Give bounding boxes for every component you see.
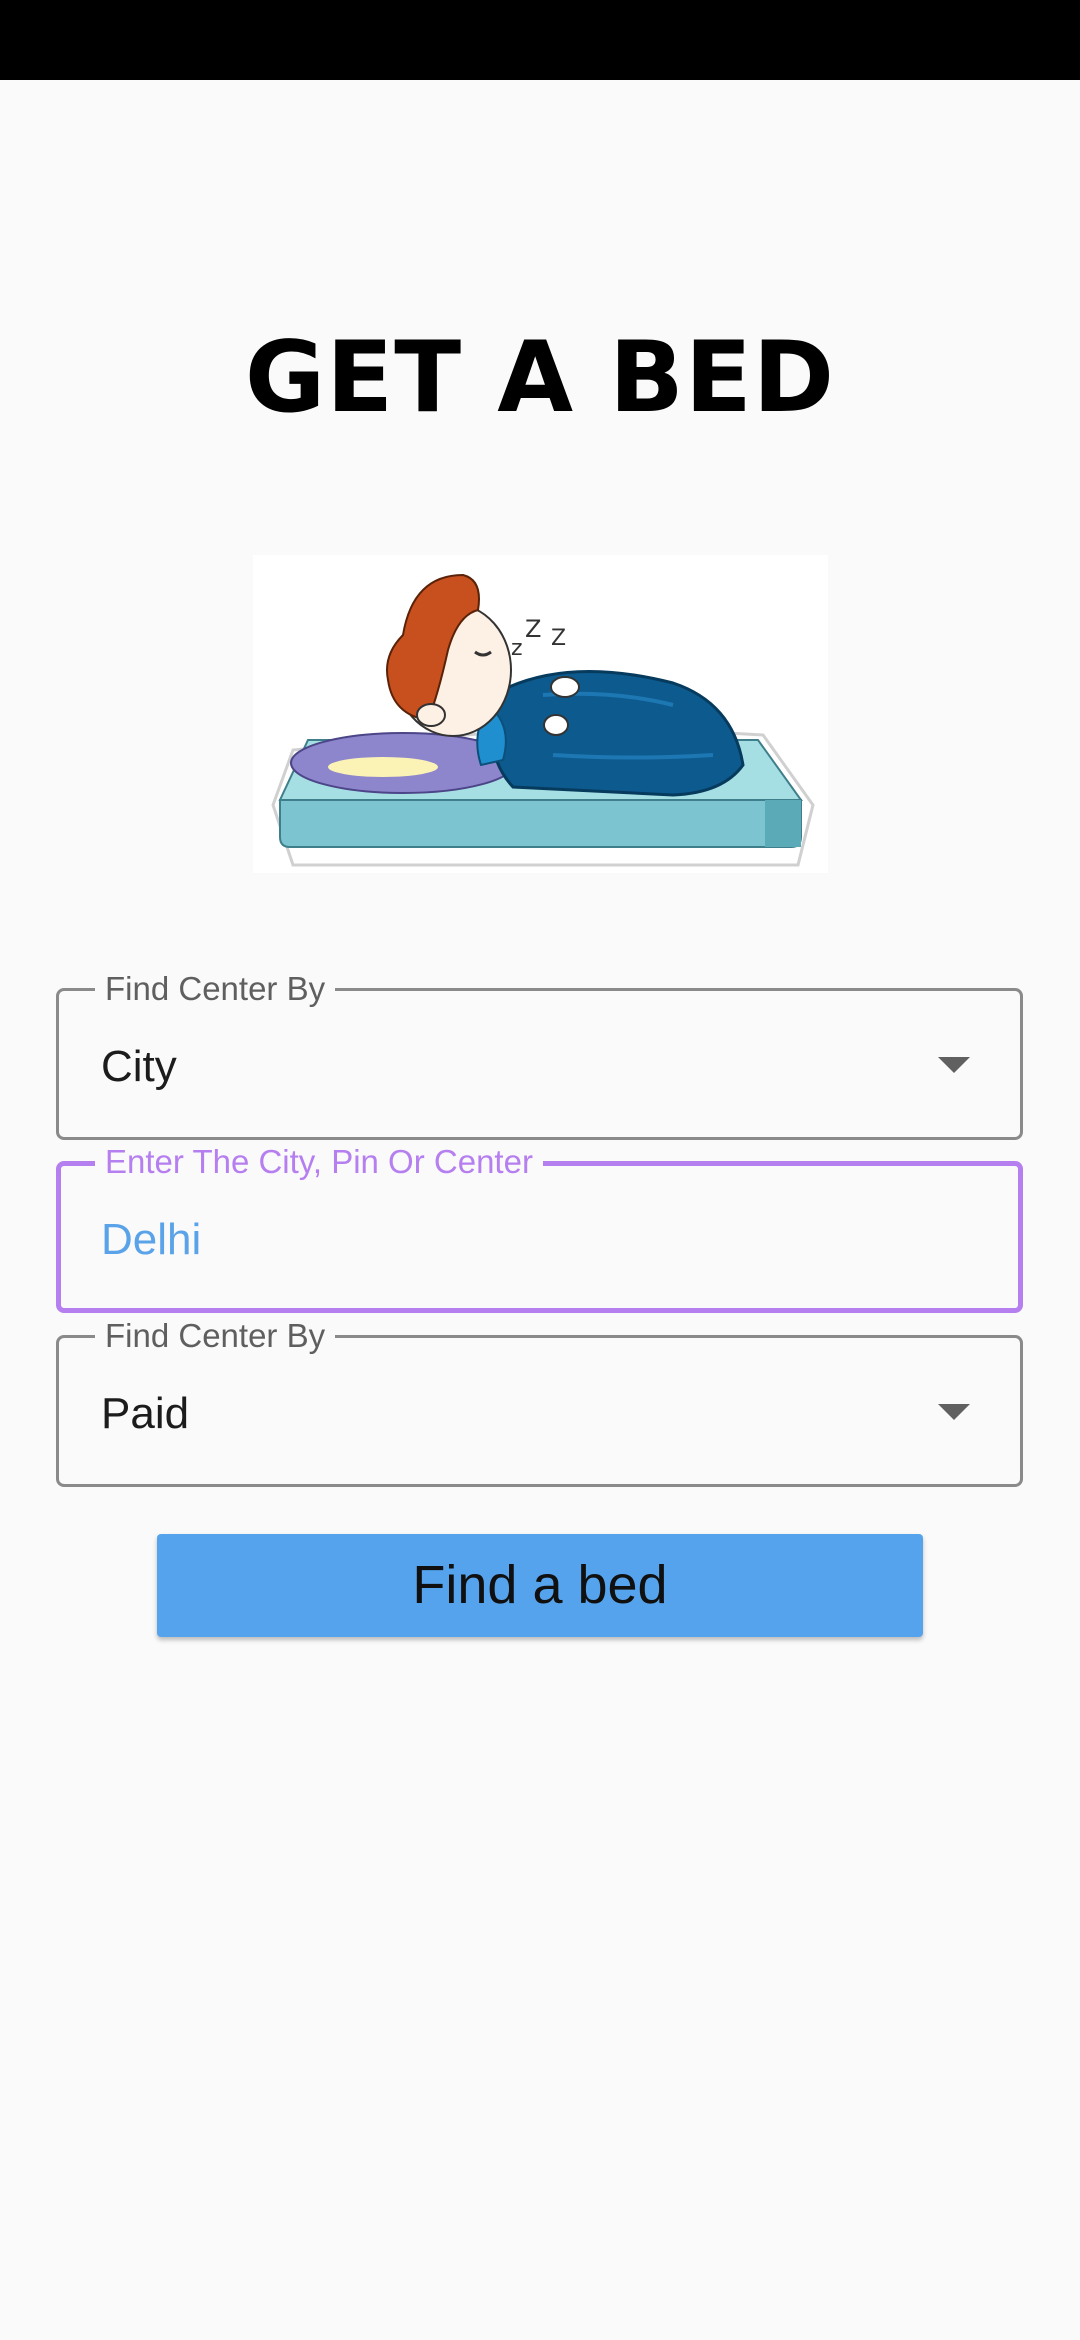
location-label: Enter The City, Pin Or Center	[95, 1142, 543, 1182]
chevron-down-icon[interactable]	[938, 1057, 970, 1073]
svg-text:Z: Z	[551, 626, 566, 651]
svg-text:Z: Z	[525, 615, 541, 643]
location-input[interactable]: Enter The City, Pin Or Center Delhi	[56, 1142, 1023, 1313]
sleeping-boy-illustration: z Z Z	[253, 555, 828, 873]
chevron-down-icon[interactable]	[938, 1404, 970, 1420]
search-by-label: Find Center By	[95, 969, 336, 1009]
svg-text:z: z	[511, 636, 523, 661]
page-title: GET A BED	[244, 321, 836, 435]
status-bar	[0, 0, 1080, 80]
search-by-value: City	[101, 1042, 177, 1091]
center-type-dropdown[interactable]: Find Center By Paid	[56, 1316, 1023, 1487]
find-bed-button[interactable]: Find a bed	[157, 1534, 923, 1637]
location-value[interactable]: Delhi	[101, 1214, 201, 1266]
center-type-value: Paid	[101, 1389, 190, 1438]
search-by-dropdown[interactable]: Find Center By City	[56, 969, 1023, 1140]
center-type-label: Find Center By	[95, 1316, 336, 1356]
